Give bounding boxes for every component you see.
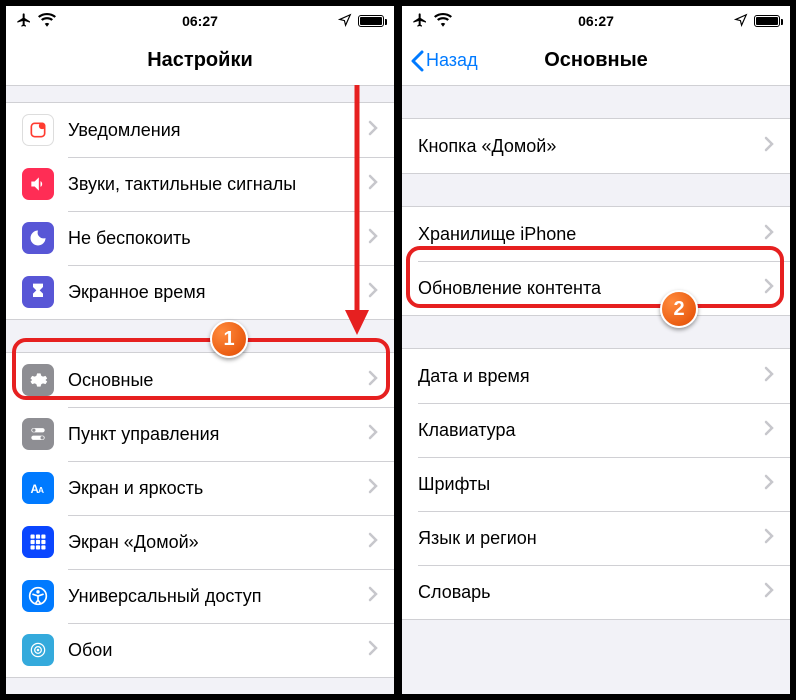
phone-right: 06:27 Назад Основные Кнопка «Домой» <box>400 4 792 696</box>
location-icon <box>338 13 352 30</box>
general-list[interactable]: Кнопка «Домой» Хранилище iPhone Обновлен… <box>402 86 790 694</box>
status-time: 06:27 <box>182 13 218 29</box>
row-label: Язык и регион <box>418 528 764 549</box>
row-accessibility[interactable]: Универсальный доступ <box>6 569 394 623</box>
row-label: Шрифты <box>418 474 764 495</box>
text-size-icon: AA <box>22 472 54 504</box>
row-display[interactable]: AA Экран и яркость <box>6 461 394 515</box>
row-home-button[interactable]: Кнопка «Домой» <box>402 119 790 173</box>
chevron-right-icon <box>764 366 774 387</box>
row-do-not-disturb[interactable]: Не беспокоить <box>6 211 394 265</box>
chevron-right-icon <box>368 174 378 195</box>
row-notifications[interactable]: Уведомления <box>6 103 394 157</box>
notifications-icon <box>22 114 54 146</box>
row-iphone-storage[interactable]: Хранилище iPhone <box>402 207 790 261</box>
chevron-right-icon <box>764 528 774 549</box>
row-label: Кнопка «Домой» <box>418 136 764 157</box>
status-time: 06:27 <box>578 13 614 29</box>
chevron-right-icon <box>764 278 774 299</box>
row-fonts[interactable]: Шрифты <box>402 457 790 511</box>
settings-group: Основные Пункт управления AA Экран и ярк… <box>6 352 394 678</box>
back-button[interactable]: Назад <box>410 50 478 72</box>
row-label: Хранилище iPhone <box>418 224 764 245</box>
row-label: Обои <box>68 640 368 661</box>
row-general[interactable]: Основные <box>6 353 394 407</box>
gear-icon <box>22 364 54 396</box>
row-label: Уведомления <box>68 120 368 141</box>
settings-group: Дата и время Клавиатура Шрифты Язык и ре… <box>402 348 790 620</box>
row-label: Пункт управления <box>68 424 368 445</box>
row-label: Дата и время <box>418 366 764 387</box>
battery-icon <box>358 15 384 27</box>
row-label: Экранное время <box>68 282 368 303</box>
chevron-right-icon <box>368 424 378 445</box>
nav-bar: Настройки <box>6 36 394 86</box>
row-label: Экран «Домой» <box>68 532 368 553</box>
chevron-right-icon <box>368 586 378 607</box>
airplane-mode-icon <box>16 12 32 31</box>
location-icon <box>734 13 748 30</box>
chevron-right-icon <box>368 120 378 141</box>
settings-group: Кнопка «Домой» <box>402 118 790 174</box>
chevron-right-icon <box>368 370 378 391</box>
chevron-right-icon <box>764 420 774 441</box>
chevron-right-icon <box>764 582 774 603</box>
settings-group: Хранилище iPhone Обновление контента <box>402 206 790 316</box>
status-bar: 06:27 <box>402 6 790 36</box>
row-language-region[interactable]: Язык и регион <box>402 511 790 565</box>
row-label: Основные <box>68 370 368 391</box>
switches-icon <box>22 418 54 450</box>
status-bar: 06:27 <box>6 6 394 36</box>
settings-list[interactable]: Уведомления Звуки, тактильные сигналы Не… <box>6 86 394 694</box>
wallpaper-icon <box>22 634 54 666</box>
chevron-right-icon <box>764 474 774 495</box>
wifi-icon <box>434 13 452 30</box>
nav-bar: Назад Основные <box>402 36 790 86</box>
row-label: Экран и яркость <box>68 478 368 499</box>
app-grid-icon <box>22 526 54 558</box>
chevron-right-icon <box>368 532 378 553</box>
chevron-right-icon <box>764 136 774 157</box>
chevron-right-icon <box>368 478 378 499</box>
row-background-refresh[interactable]: Обновление контента <box>402 261 790 315</box>
chevron-right-icon <box>764 224 774 245</box>
battery-icon <box>754 15 780 27</box>
wifi-icon <box>38 13 56 30</box>
chevron-right-icon <box>368 640 378 661</box>
row-sounds[interactable]: Звуки, тактильные сигналы <box>6 157 394 211</box>
chevron-right-icon <box>368 282 378 303</box>
row-label: Не беспокоить <box>68 228 368 249</box>
row-label: Клавиатура <box>418 420 764 441</box>
row-label: Звуки, тактильные сигналы <box>68 174 368 195</box>
sounds-icon <box>22 168 54 200</box>
chevron-right-icon <box>368 228 378 249</box>
airplane-mode-icon <box>412 12 428 31</box>
row-control-center[interactable]: Пункт управления <box>6 407 394 461</box>
row-home-screen[interactable]: Экран «Домой» <box>6 515 394 569</box>
back-label: Назад <box>426 50 478 71</box>
page-title: Основные <box>544 49 648 72</box>
row-dictionary[interactable]: Словарь <box>402 565 790 619</box>
row-screen-time[interactable]: Экранное время <box>6 265 394 319</box>
page-title: Настройки <box>147 49 253 72</box>
settings-group: Уведомления Звуки, тактильные сигналы Не… <box>6 102 394 320</box>
row-label: Универсальный доступ <box>68 586 368 607</box>
row-label: Обновление контента <box>418 278 764 299</box>
row-wallpaper[interactable]: Обои <box>6 623 394 677</box>
dual-screenshot-container: 06:27 Настройки Уведомления <box>0 0 796 700</box>
row-label: Словарь <box>418 582 764 603</box>
svg-text:A: A <box>38 485 44 495</box>
phone-left: 06:27 Настройки Уведомления <box>4 4 396 696</box>
row-keyboard[interactable]: Клавиатура <box>402 403 790 457</box>
hourglass-icon <box>22 276 54 308</box>
moon-icon <box>22 222 54 254</box>
row-date-time[interactable]: Дата и время <box>402 349 790 403</box>
accessibility-icon <box>22 580 54 612</box>
